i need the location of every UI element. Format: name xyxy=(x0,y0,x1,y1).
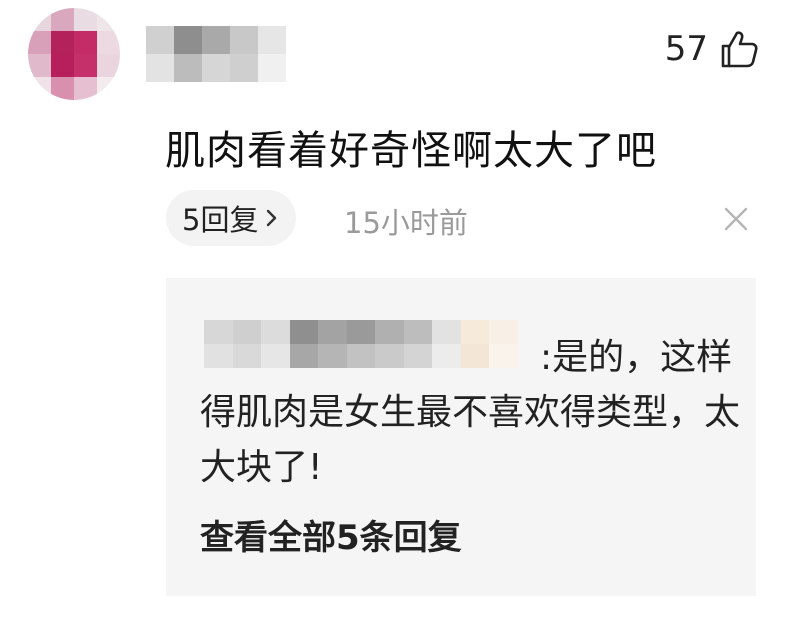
like-count: 57 xyxy=(664,29,708,69)
close-icon[interactable] xyxy=(722,205,750,233)
replies-button[interactable]: 5回复 xyxy=(166,190,297,246)
avatar[interactable] xyxy=(28,8,120,100)
reply-text: :是的，这样得肌肉是女生最不喜欢得类型，太大块了! xyxy=(200,337,741,488)
comment-timestamp: 15小时前 xyxy=(344,206,468,240)
view-all-replies-link[interactable]: 查看全部5条回复 xyxy=(200,510,462,559)
reply-count-label: 5回复 xyxy=(182,203,259,237)
chevron-right-icon xyxy=(267,209,277,227)
thumb-up-icon[interactable] xyxy=(718,28,760,70)
reply-preview[interactable]: :是的，这样得肌肉是女生最不喜欢得类型，太大块了! 查看全部5条回复 xyxy=(166,278,756,596)
like-control[interactable]: 57 xyxy=(665,28,760,70)
comment-text: 肌肉看着好奇怪啊太大了吧 xyxy=(165,128,657,174)
commenter-name-censored[interactable] xyxy=(146,26,286,82)
